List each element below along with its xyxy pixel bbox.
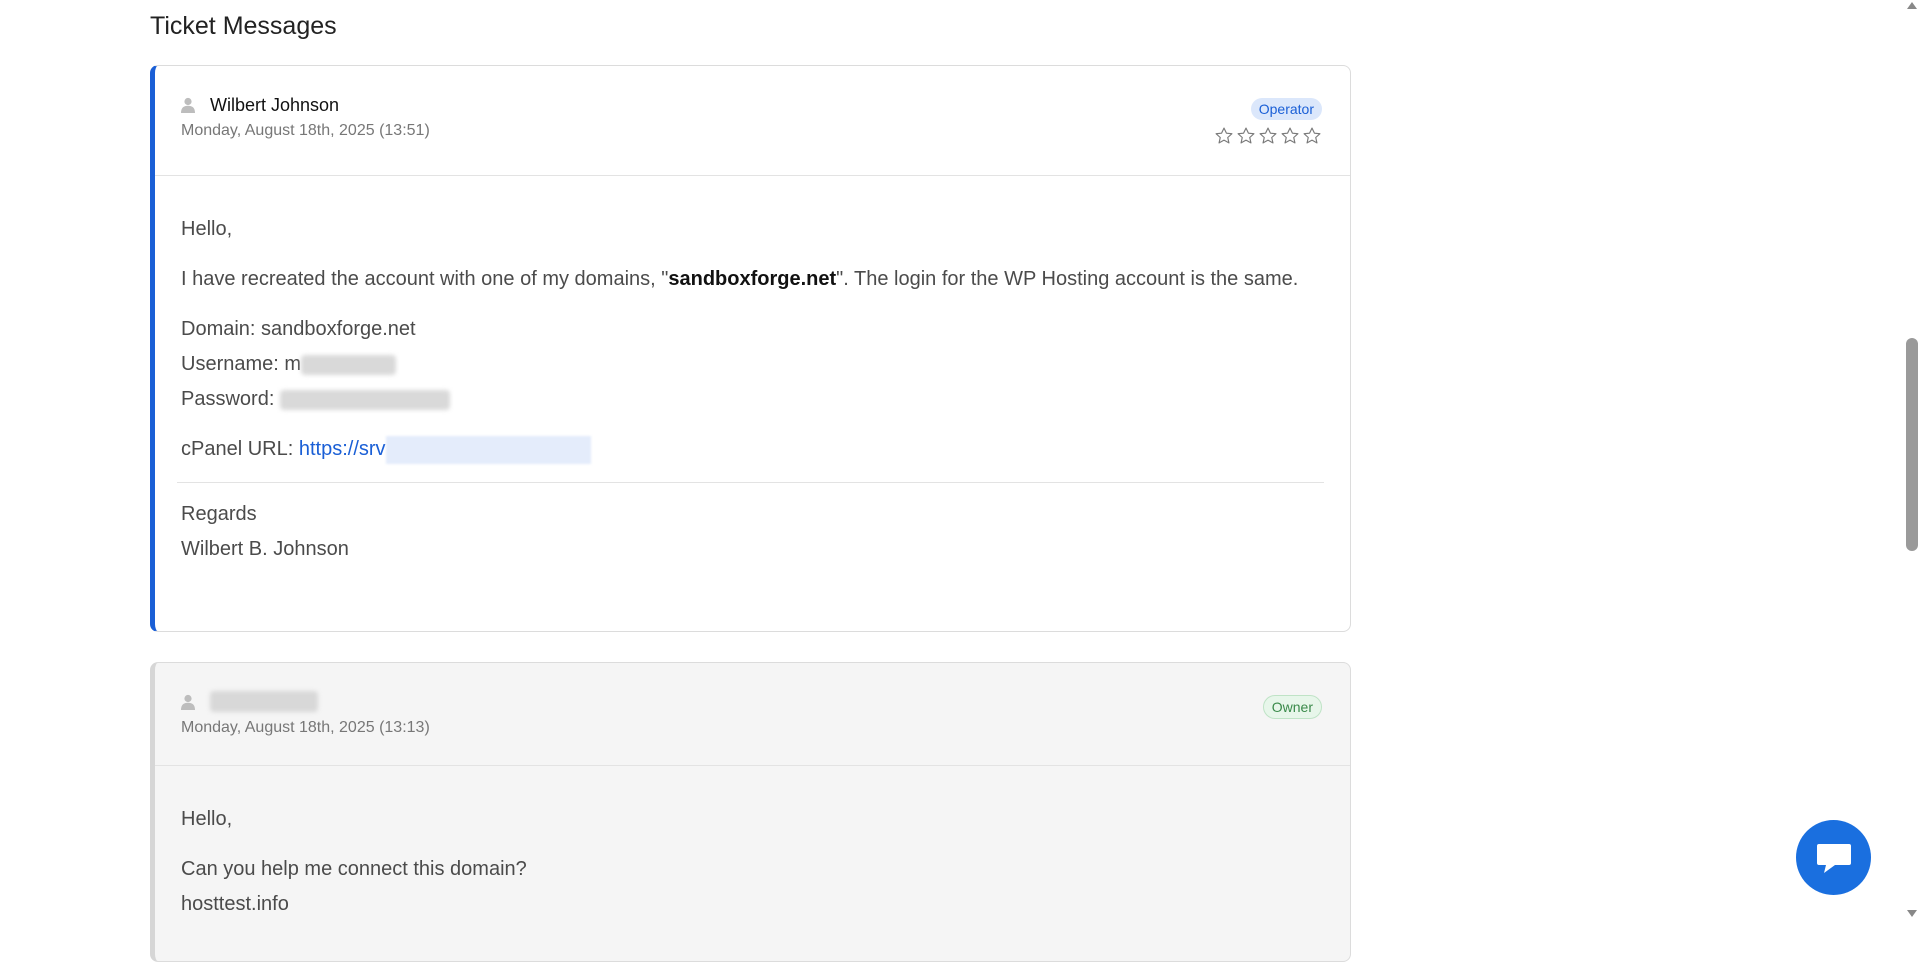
greeting: Hello, — [181, 218, 233, 240]
username-label: Username: m — [181, 353, 302, 375]
username-redacted — [301, 354, 397, 375]
greeting: Hello, — [181, 808, 233, 830]
signature: Wilbert B. Johnson — [181, 538, 349, 560]
role-badge-owner: Owner — [1262, 695, 1322, 719]
role-badge-operator: Operator — [1250, 98, 1322, 120]
ticket-message-operator: Wilbert Johnson Monday, August 18th, 202… — [150, 65, 1351, 632]
intro-domain: sandboxforge.net — [668, 268, 837, 290]
message-body: Hello, Can you help me connect this doma… — [155, 766, 1350, 922]
star-outline-icon[interactable] — [1258, 126, 1278, 146]
user-icon — [181, 694, 195, 710]
star-outline-icon[interactable] — [1280, 126, 1300, 146]
author-name-redacted — [210, 691, 318, 712]
message-date: Monday, August 18th, 2025 (13:13) — [181, 719, 430, 736]
message-date: Monday, August 18th, 2025 (13:51) — [181, 122, 430, 139]
signature-divider — [177, 482, 1324, 483]
intro-text: I have recreated the account with one of… — [181, 268, 669, 290]
question-block: Can you help me connect this domain? hos… — [181, 852, 1320, 922]
domain-line: Domain: sandboxforge.net — [181, 318, 416, 340]
message-body: Hello, I have recreated the account with… — [155, 176, 1350, 567]
cpanel-url-redacted — [385, 435, 591, 464]
cpanel-url-text: https://srv — [298, 438, 386, 460]
message-header: Wilbert Johnson Monday, August 18th, 202… — [155, 66, 1350, 176]
signature-block: Regards Wilbert B. Johnson — [181, 497, 1320, 567]
page-title: Ticket Messages — [150, 12, 337, 40]
scroll-up-arrow-icon[interactable] — [1907, 2, 1917, 9]
intro-text-end: ". The login for the WP Hosting account … — [836, 268, 1299, 290]
intro-paragraph: I have recreated the account with one of… — [181, 262, 1320, 297]
message-header: Monday, August 18th, 2025 (13:13) Owner — [155, 663, 1350, 766]
vertical-scrollbar[interactable] — [1904, 0, 1920, 919]
password-line: Password: — [181, 388, 450, 410]
credentials-block: Domain: sandboxforge.net Username: m Pas… — [181, 312, 1320, 417]
author-name: Wilbert Johnson — [210, 95, 340, 115]
star-outline-icon[interactable] — [1302, 126, 1322, 146]
password-label: Password: — [181, 388, 275, 410]
username-line: Username: m — [181, 353, 397, 375]
user-icon — [181, 97, 195, 113]
rating-stars[interactable] — [1214, 126, 1322, 146]
question: Can you help me connect this domain? — [181, 858, 527, 880]
cpanel-label: cPanel URL: — [181, 438, 299, 460]
regards: Regards — [181, 503, 257, 525]
cpanel-url-link[interactable]: https://srv — [298, 435, 591, 464]
scroll-down-arrow-icon[interactable] — [1907, 910, 1917, 917]
scrollbar-thumb[interactable] — [1906, 338, 1918, 551]
ticket-message-owner: Monday, August 18th, 2025 (13:13) Owner … — [150, 662, 1351, 962]
star-outline-icon[interactable] — [1236, 126, 1256, 146]
chat-bubble-icon — [1816, 843, 1851, 873]
domain-text: hosttest.info — [181, 893, 289, 915]
cpanel-line: cPanel URL: https://srv — [181, 432, 1320, 467]
password-redacted — [279, 389, 450, 410]
live-chat-button[interactable] — [1796, 820, 1871, 895]
star-outline-icon[interactable] — [1214, 126, 1234, 146]
